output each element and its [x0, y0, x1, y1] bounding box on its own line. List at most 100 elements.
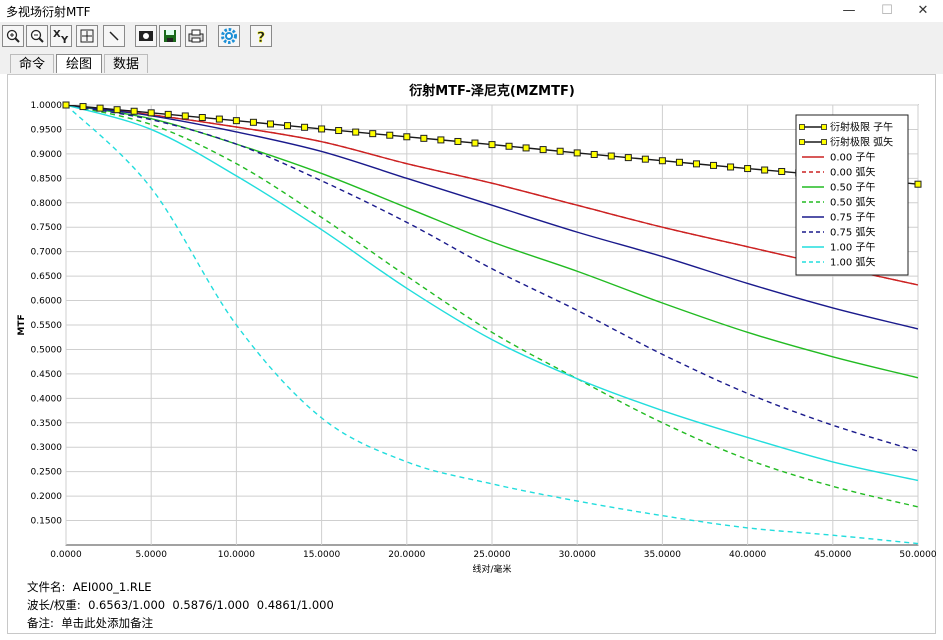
x-tick-label: 10.0000: [218, 550, 255, 560]
wavelength-label: 波长/权重:: [27, 598, 81, 612]
limit-marker: [727, 163, 735, 171]
camera-button[interactable]: [135, 25, 157, 47]
limit-marker: [778, 167, 786, 175]
limit-marker: [761, 166, 769, 174]
zoom-in-icon: [6, 29, 20, 43]
limit-marker: [454, 137, 462, 145]
note-value[interactable]: 单击此处添加备注: [61, 616, 153, 630]
legend-label: 0.00 子午: [830, 151, 875, 164]
limit-marker: [164, 110, 172, 118]
save-icon: [164, 30, 176, 42]
tab-command[interactable]: 命令: [10, 54, 54, 73]
y-tick-label: 0.5000: [31, 345, 63, 355]
limit-marker: [607, 152, 615, 160]
toolbar: XY ?: [0, 22, 943, 53]
y-tick-label: 0.2500: [31, 468, 63, 478]
pen-button[interactable]: [103, 25, 125, 47]
limit-marker: [710, 161, 718, 169]
tab-strip: 命令 绘图 数据: [0, 52, 943, 74]
y-tick-label: 0.2000: [31, 492, 63, 502]
x-tick-label: 25.0000: [473, 550, 510, 560]
x-tick-label: 40.0000: [729, 550, 766, 560]
plot-panel: 衍射MTF-泽尼克(MZMTF) 1.0000 0.9500 0.9000 0.8500…: [7, 74, 937, 634]
limit-marker: [335, 127, 343, 135]
axes-xy-icon: XY: [53, 29, 69, 44]
limit-marker: [266, 120, 274, 128]
svg-text:Y: Y: [60, 35, 69, 44]
maximize-button[interactable]: ☐: [874, 2, 900, 20]
limit-marker: [232, 117, 240, 125]
axes-xy-button[interactable]: XY: [50, 25, 72, 47]
note-line[interactable]: 备注: 单击此处添加备注: [27, 615, 153, 631]
legend-label: 衍射极限 弧矢: [830, 136, 893, 149]
limit-marker: [658, 157, 666, 165]
limit-marker: [522, 144, 530, 152]
y-tick-label: 0.3500: [31, 419, 63, 429]
print-button[interactable]: [185, 25, 207, 47]
limit-marker: [62, 101, 70, 109]
limit-marker: [249, 118, 257, 126]
legend-label: 0.50 弧矢: [830, 196, 875, 209]
limit-marker: [437, 136, 445, 144]
save-button[interactable]: [159, 25, 181, 47]
tab-plot[interactable]: 绘图: [56, 54, 102, 73]
legend-marker: [799, 124, 805, 130]
fit-window-icon: [80, 29, 94, 43]
legend-label: 0.00 弧矢: [830, 166, 875, 179]
camera-icon: [139, 31, 153, 41]
file-value: AEI000_1.RLE: [72, 580, 152, 594]
svg-text:X: X: [53, 29, 61, 40]
note-label: 备注:: [27, 616, 54, 630]
zoom-out-icon: [30, 29, 44, 43]
zoom-in-button[interactable]: [2, 25, 24, 47]
wavelength-line: 波长/权重: 0.6563/1.000 0.5876/1.000 0.4861/…: [27, 597, 334, 613]
x-tick-label: 0.0000: [50, 550, 82, 560]
zoom-out-button[interactable]: [26, 25, 48, 47]
limit-marker: [215, 115, 223, 123]
x-tick-label: 5.0000: [135, 550, 167, 560]
limit-marker: [369, 130, 377, 138]
close-button[interactable]: ✕: [910, 2, 936, 20]
pen-icon: [109, 31, 119, 41]
y-tick-label: 0.5500: [31, 321, 63, 331]
limit-marker: [641, 155, 649, 163]
y-tick-label: 0.4000: [31, 394, 63, 404]
window-title: 多视场衍射MTF: [6, 5, 91, 19]
x-tick-label: 15.0000: [303, 550, 340, 560]
help-icon: ?: [257, 30, 266, 44]
limit-marker: [147, 109, 155, 117]
limit-marker: [505, 142, 513, 150]
legend-label: 1.00 弧矢: [830, 256, 875, 269]
y-tick-label: 0.8500: [31, 174, 63, 184]
limit-marker: [692, 160, 700, 168]
fit-window-button[interactable]: [76, 25, 98, 47]
svg-text:?: ?: [257, 30, 265, 44]
limit-marker: [96, 104, 104, 112]
y-tick-label: 0.9500: [31, 125, 63, 135]
limit-marker: [79, 103, 87, 111]
file-label: 文件名:: [27, 580, 66, 594]
tab-data[interactable]: 数据: [104, 54, 148, 73]
limit-marker: [590, 150, 598, 158]
y-tick-label: 0.8000: [31, 199, 63, 209]
limit-marker: [471, 139, 479, 147]
y-tick-label: 0.6500: [31, 272, 63, 282]
x-tick-label: 45.0000: [814, 550, 851, 560]
limit-marker: [556, 147, 564, 155]
limit-marker: [318, 125, 326, 133]
title-bar: 多视场衍射MTF — ☐ ✕: [0, 0, 943, 22]
limit-marker: [624, 154, 632, 162]
limit-marker: [573, 149, 581, 157]
legend-label: 0.50 子午: [830, 181, 875, 194]
limit-marker: [352, 128, 360, 136]
y-tick-label: 0.7500: [31, 223, 63, 233]
minimize-button[interactable]: —: [836, 2, 862, 20]
legend-label: 0.75 弧矢: [830, 226, 875, 239]
limit-marker: [130, 107, 138, 115]
limit-marker: [539, 146, 547, 154]
legend-label: 1.00 子午: [830, 241, 875, 254]
help-button[interactable]: ?: [250, 25, 272, 47]
x-tick-label: 30.0000: [559, 550, 596, 560]
settings-button[interactable]: [218, 25, 240, 47]
y-tick-label: 0.3000: [31, 443, 63, 453]
